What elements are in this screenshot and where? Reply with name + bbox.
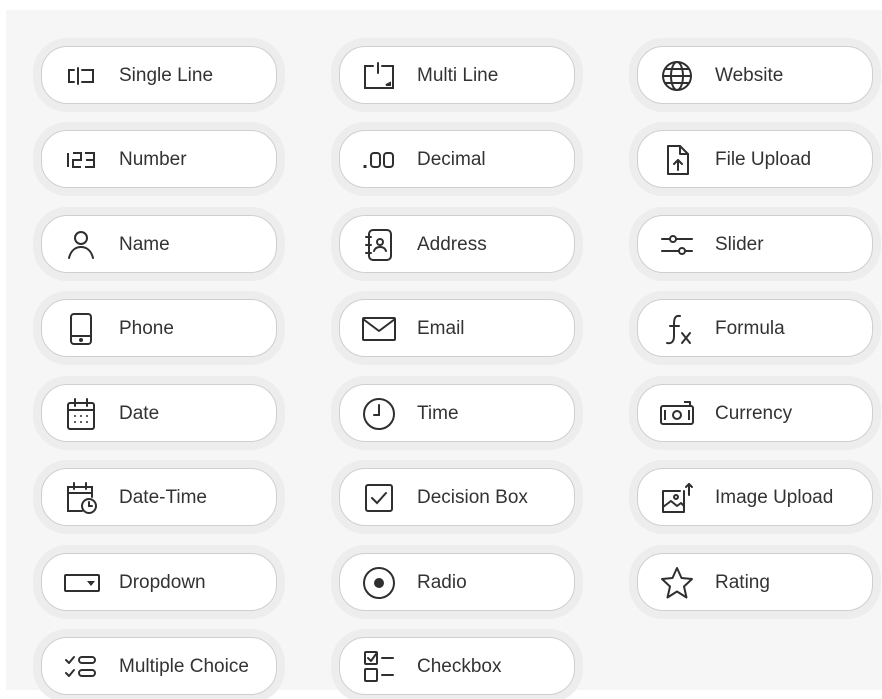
globe-icon	[658, 57, 696, 95]
field-label: Image Upload	[715, 487, 834, 508]
field-label: Dropdown	[119, 572, 206, 593]
field-email[interactable]: Email	[339, 299, 575, 357]
checked-box-icon	[360, 479, 398, 517]
field-formula[interactable]: Formula	[637, 299, 873, 357]
calendar-clock-icon	[62, 479, 100, 517]
clock-icon	[360, 395, 398, 433]
multiple-choice-icon	[62, 648, 100, 686]
envelope-icon	[360, 310, 398, 348]
field-checkbox[interactable]: Checkbox	[339, 637, 575, 695]
number-icon	[62, 141, 100, 179]
field-label: Address	[417, 234, 487, 255]
image-upload-icon	[658, 479, 696, 517]
star-icon	[658, 564, 696, 602]
dropdown-icon	[62, 564, 100, 602]
field-number[interactable]: Number	[41, 130, 277, 188]
field-label: Date	[119, 403, 160, 424]
field-single-line[interactable]: Single Line	[41, 46, 277, 104]
field-label: File Upload	[715, 149, 812, 170]
currency-icon	[658, 395, 696, 433]
field-palette: Single Line Multi Line Website Number De…	[6, 10, 882, 695]
field-label: Decision Box	[417, 487, 528, 508]
phone-icon	[62, 310, 100, 348]
field-label: Time	[417, 403, 459, 424]
multi-line-icon	[360, 57, 398, 95]
single-line-icon	[62, 57, 100, 95]
field-phone[interactable]: Phone	[41, 299, 277, 357]
field-slider[interactable]: Slider	[637, 215, 873, 273]
field-label: Website	[715, 65, 784, 86]
field-label: Formula	[715, 318, 785, 339]
field-rating[interactable]: Rating	[637, 553, 873, 611]
field-website[interactable]: Website	[637, 46, 873, 104]
field-image-upload[interactable]: Image Upload	[637, 468, 873, 526]
field-name[interactable]: Name	[41, 215, 277, 273]
field-label: Slider	[715, 234, 764, 255]
field-radio[interactable]: Radio	[339, 553, 575, 611]
address-book-icon	[360, 226, 398, 264]
field-label: Number	[119, 149, 187, 170]
field-label: Radio	[417, 572, 467, 593]
formula-icon	[658, 310, 696, 348]
field-label: Multi Line	[417, 65, 499, 86]
field-grid: Single Line Multi Line Website Number De…	[34, 35, 882, 699]
field-address[interactable]: Address	[339, 215, 575, 273]
decimal-icon	[360, 141, 398, 179]
field-label: Email	[417, 318, 465, 339]
field-file-upload[interactable]: File Upload	[637, 130, 873, 188]
calendar-icon	[62, 395, 100, 433]
person-icon	[62, 226, 100, 264]
slider-icon	[658, 226, 696, 264]
field-label: Phone	[119, 318, 174, 339]
file-upload-icon	[658, 141, 696, 179]
checkbox-list-icon	[360, 648, 398, 686]
field-label: Date-Time	[119, 487, 207, 508]
field-label: Currency	[715, 403, 793, 424]
field-multi-line[interactable]: Multi Line	[339, 46, 575, 104]
field-label: Single Line	[119, 65, 214, 86]
field-time[interactable]: Time	[339, 384, 575, 442]
field-date[interactable]: Date	[41, 384, 277, 442]
field-decimal[interactable]: Decimal	[339, 130, 575, 188]
field-dropdown[interactable]: Dropdown	[41, 553, 277, 611]
field-label: Multiple Choice	[119, 656, 249, 677]
field-label: Rating	[715, 572, 770, 593]
field-decision-box[interactable]: Decision Box	[339, 468, 575, 526]
field-label: Checkbox	[417, 656, 502, 677]
field-multiple-choice[interactable]: Multiple Choice	[41, 637, 277, 695]
radio-icon	[360, 564, 398, 602]
field-label: Name	[119, 234, 170, 255]
field-currency[interactable]: Currency	[637, 384, 873, 442]
field-label: Decimal	[417, 149, 486, 170]
field-date-time[interactable]: Date-Time	[41, 468, 277, 526]
